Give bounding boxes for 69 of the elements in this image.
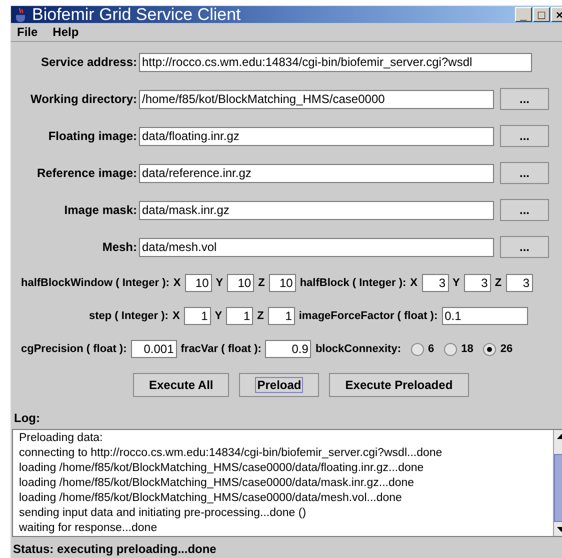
field-label: Floating image:: [47, 128, 138, 145]
param-label: halfBlock ( Integer ):: [300, 276, 406, 291]
number-field[interactable]: 0.1: [442, 307, 528, 325]
browse-button[interactable]: ...: [500, 236, 549, 258]
param-label: Y: [216, 276, 224, 291]
radio-button[interactable]: [411, 342, 424, 356]
browse-button[interactable]: ...: [500, 199, 549, 221]
radio-label: 18: [461, 342, 474, 357]
number-field[interactable]: 0.001: [130, 340, 177, 358]
param-label: Z: [258, 276, 265, 291]
radio-button[interactable]: [483, 342, 496, 356]
number-field[interactable]: 3: [464, 274, 491, 292]
browse-button[interactable]: ...: [500, 162, 549, 184]
radio-label: 26: [500, 342, 513, 357]
status-text: Status: executing preloading...done: [13, 541, 218, 558]
param-label: step ( Integer ):: [89, 308, 168, 324]
menu-item[interactable]: File: [17, 23, 38, 41]
log-label: Log:: [14, 410, 41, 427]
param-label: imageForceFactor ( float ):: [298, 308, 438, 324]
number-field[interactable]: 0.9: [265, 340, 312, 358]
number-field[interactable]: 10: [268, 274, 296, 292]
field-label: Reference image:: [36, 165, 138, 182]
number-field[interactable]: 3: [506, 274, 533, 292]
param-label: Z: [257, 308, 264, 324]
text-field[interactable]: data/mask.inr.gz: [139, 200, 494, 220]
action-button[interactable]: Execute Preloaded: [329, 373, 469, 397]
param-label: blockConnexity:: [315, 342, 402, 357]
text-field[interactable]: data/mesh.vol: [139, 238, 494, 256]
menu-item[interactable]: Help: [52, 23, 79, 41]
radio-label: 6: [428, 342, 434, 357]
param-label: halfBlockWindow ( Integer ):: [21, 276, 170, 291]
maximize-button[interactable]: □: [533, 7, 550, 22]
field-label: Image mask:: [63, 202, 138, 219]
param-label: X: [410, 276, 418, 291]
text-field[interactable]: http://rocco.cs.wm.edu:14834/cgi-bin/biofemir_server.cgi?wsdl: [139, 52, 532, 72]
param-label: X: [172, 308, 180, 324]
log-line: Preloading data:: [19, 431, 104, 446]
number-field[interactable]: 10: [184, 274, 212, 292]
number-field[interactable]: 1: [268, 307, 295, 325]
browse-button[interactable]: ...: [500, 125, 549, 147]
log-line: loading /home/f85/kot/BlockMatching_HMS/case0000/data/floating.inr.gz...done: [19, 461, 425, 476]
param-label: Y: [214, 308, 222, 324]
text-field[interactable]: data/floating.inr.gz: [139, 126, 494, 146]
window-title: Biofemir Grid Service Client: [32, 6, 241, 23]
log-line: connecting to http://rocco.cs.wm.edu:14834/cgi-bin/biofemir_server.cgi?wsdl...done: [19, 446, 444, 461]
radio-button[interactable]: [444, 342, 458, 356]
field-label: Service address:: [40, 54, 138, 71]
log-line: sending input data and initiating pre-processing...done (): [19, 506, 308, 521]
param-label: Y: [452, 276, 460, 291]
number-field[interactable]: 10: [227, 274, 254, 292]
action-button[interactable]: Preload: [239, 373, 320, 397]
param-label: cgPrecision ( float ):: [21, 342, 127, 357]
field-label: Working directory:: [30, 91, 138, 108]
browse-button[interactable]: ...: [500, 88, 549, 110]
log-line: waiting for response...done: [19, 521, 158, 536]
coffee-cup-icon: [14, 6, 28, 22]
text-field[interactable]: data/reference.inr.gz: [139, 164, 494, 182]
log-line: loading /home/f85/kot/BlockMatching_HMS/case0000/data/mesh.vol...done: [19, 491, 403, 506]
param-label: X: [173, 276, 181, 291]
param-label: Z: [494, 276, 502, 291]
action-button[interactable]: Execute All: [133, 373, 230, 397]
field-label: Mesh:: [101, 239, 138, 256]
param-label: fracVar ( float ):: [180, 342, 262, 357]
minimize-button[interactable]: _: [515, 7, 532, 22]
log-line: loading /home/f85/kot/BlockMatching_HMS/case0000/data/mask.inr.gz...done: [19, 476, 416, 491]
text-field[interactable]: /home/f85/kot/BlockMatching_HMS/case0000: [139, 90, 494, 108]
number-field[interactable]: 3: [422, 274, 449, 292]
number-field[interactable]: 1: [226, 307, 254, 325]
number-field[interactable]: 1: [184, 307, 211, 325]
